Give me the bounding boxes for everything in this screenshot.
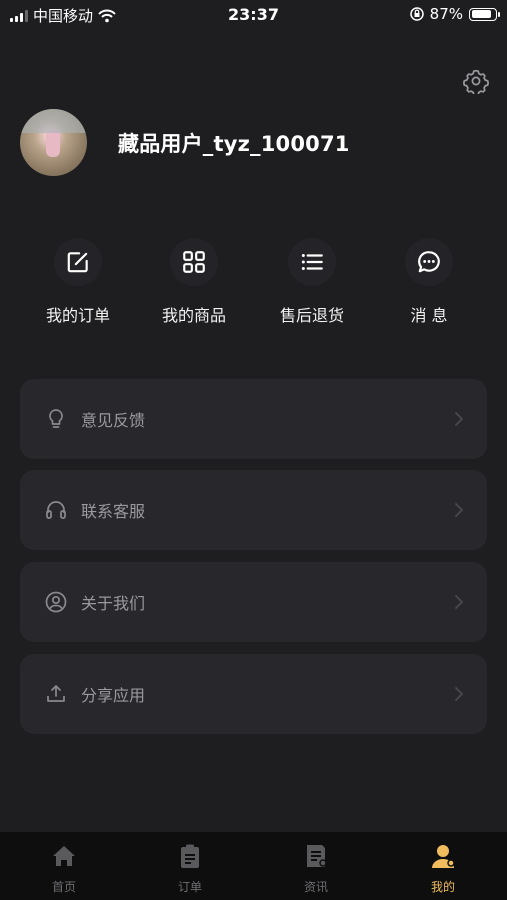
user-circle-icon <box>45 591 67 613</box>
status-right: 87% <box>409 5 500 23</box>
menu-feedback[interactable]: 意见反馈 <box>20 379 487 459</box>
username: 藏品用户_tyz_100071 <box>118 132 350 156</box>
chevron-right-icon <box>455 687 464 701</box>
tab-mine[interactable]: 我的 <box>413 842 473 895</box>
person-icon <box>432 845 455 868</box>
menu-about-us[interactable]: 关于我们 <box>20 562 487 642</box>
bottom-tab-bar: 首页 订单 资讯 我的 <box>0 832 507 900</box>
tab-news[interactable]: 资讯 <box>286 842 346 895</box>
edit-icon <box>54 238 102 286</box>
quick-action-label: 我的商品 <box>161 306 226 325</box>
battery-percent: 87% <box>429 5 463 23</box>
clipboard-icon <box>181 844 199 868</box>
tab-label: 资讯 <box>303 880 328 894</box>
menu-contact-service[interactable]: 联系客服 <box>20 470 487 550</box>
chevron-right-icon <box>455 412 464 426</box>
menu-label: 意见反馈 <box>81 411 146 430</box>
quick-actions: 我的订单 我的商品 售后退货 消 息 <box>0 238 507 333</box>
status-bar: 中国移动 23:37 87% <box>0 0 507 30</box>
tab-orders[interactable]: 订单 <box>160 842 220 895</box>
quick-action-label: 售后退货 <box>279 306 344 325</box>
home-icon <box>53 846 75 866</box>
share-upload-icon <box>47 685 65 702</box>
quick-action-my-products[interactable]: 我的商品 <box>139 238 249 326</box>
menu-label: 关于我们 <box>81 594 146 613</box>
quick-action-label: 我的订单 <box>45 306 110 325</box>
quick-action-my-orders[interactable]: 我的订单 <box>23 238 133 326</box>
chevron-right-icon <box>455 503 464 517</box>
lightbulb-icon <box>49 409 63 428</box>
list-icon <box>288 238 336 286</box>
quick-action-label: 消 息 <box>410 306 448 325</box>
battery-fill <box>471 10 491 18</box>
headset-icon <box>46 501 66 519</box>
quick-action-messages[interactable]: 消 息 <box>374 238 484 326</box>
tab-label: 订单 <box>177 880 202 894</box>
chat-icon <box>405 238 453 286</box>
tab-label: 我的 <box>430 880 455 894</box>
grid-icon <box>170 238 218 286</box>
avatar[interactable] <box>20 109 87 176</box>
quick-action-after-sales[interactable]: 售后退货 <box>257 238 367 326</box>
menu-label: 联系客服 <box>81 502 146 521</box>
tab-label: 首页 <box>51 880 76 894</box>
orientation-lock-icon <box>409 7 424 21</box>
settings-gear-icon[interactable] <box>463 68 489 94</box>
chevron-right-icon <box>455 595 464 609</box>
news-icon <box>307 845 327 867</box>
battery-icon <box>469 7 500 21</box>
tab-home[interactable]: 首页 <box>34 842 94 895</box>
menu-share-app[interactable]: 分享应用 <box>20 654 487 734</box>
menu-label: 分享应用 <box>81 686 146 705</box>
